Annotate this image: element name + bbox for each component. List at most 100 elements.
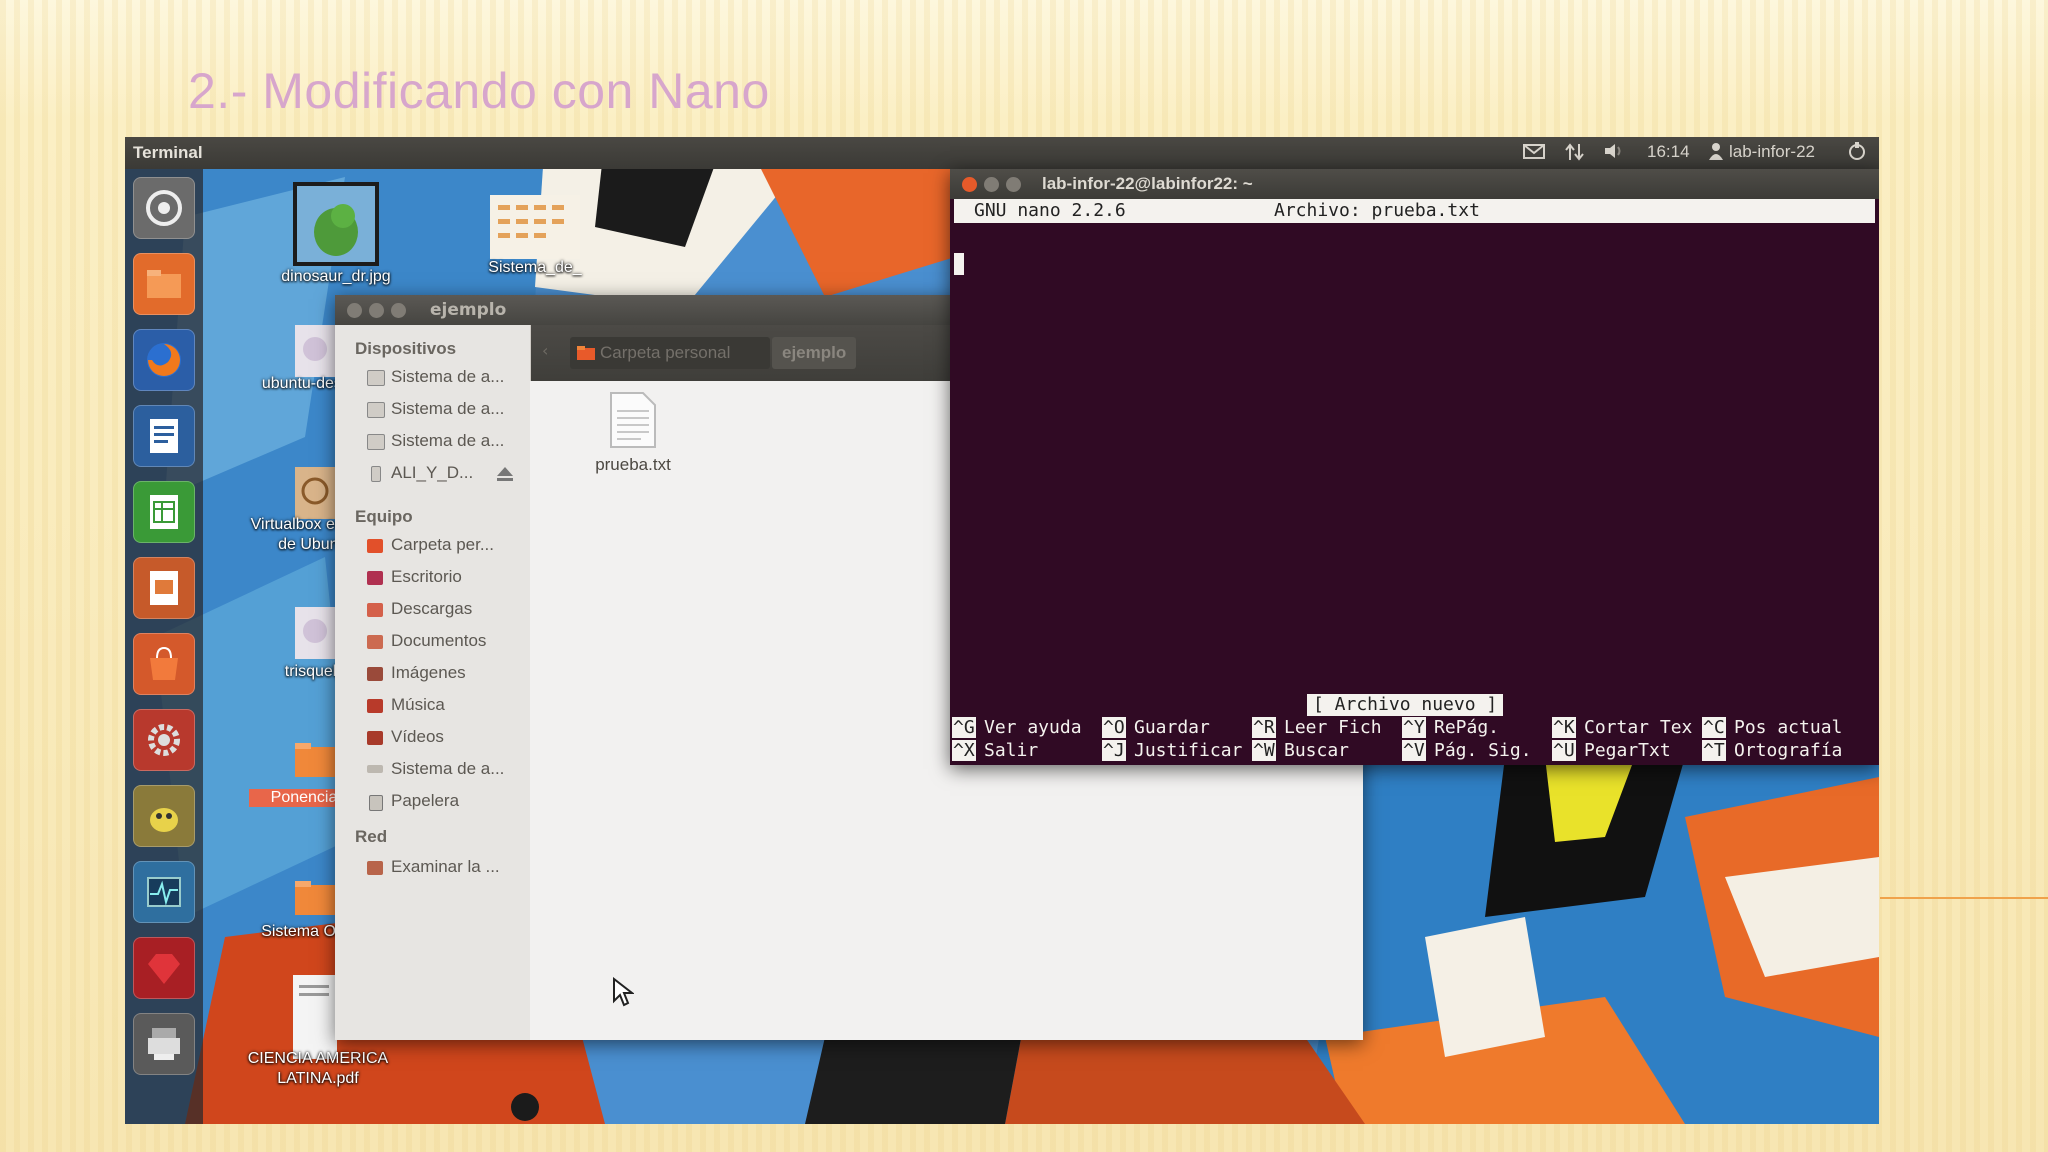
sidebar-item-device[interactable]: Sistema de a...	[391, 367, 504, 387]
sidebar-item-trash[interactable]: Papelera	[391, 791, 459, 811]
nano-status-message: [ Archivo nuevo ]	[1307, 694, 1504, 716]
sidebar-item-videos[interactable]: Vídeos	[391, 727, 444, 747]
desktop-icon-label: CIENCIA AMERICA LATINA.pdf	[247, 1050, 389, 1087]
writer-icon[interactable]	[133, 405, 195, 467]
breadcrumb-home[interactable]: Carpeta personal	[570, 337, 770, 369]
shortcut-key: ^G	[952, 717, 976, 738]
sidebar-item-pictures[interactable]: Imágenes	[391, 663, 466, 683]
sidebar-item-downloads[interactable]: Descargas	[391, 599, 472, 619]
shortcut-key: ^Y	[1402, 717, 1426, 738]
nano-file-label: Archivo: prueba.txt	[1274, 200, 1480, 221]
shortcut-justify: Justificar	[1134, 740, 1243, 761]
impress-icon[interactable]	[133, 557, 195, 619]
sidebar-item-device[interactable]: Sistema de a...	[391, 399, 504, 419]
shortcut-next-page: Pág. Sig.	[1434, 740, 1532, 761]
pictures-folder-icon	[367, 667, 383, 681]
sidebar-item-music[interactable]: Música	[391, 695, 445, 715]
breadcrumb-current[interactable]: ejemplo	[772, 337, 857, 369]
desktop-icon-ubuntu-desktop[interactable]: ubuntu-desktop	[262, 325, 372, 392]
sidebar-item-home[interactable]: Carpeta per...	[391, 535, 494, 555]
sidebar-section-computer: Equipo	[355, 507, 413, 526]
network-icon[interactable]	[1565, 142, 1585, 167]
user-name[interactable]: lab-infor-22	[1729, 142, 1815, 162]
unity-launcher	[125, 169, 203, 1124]
active-app-title: Terminal	[133, 143, 203, 162]
desktop-icon-dinosaur[interactable]: dinosaur_dr.jpg	[281, 182, 391, 285]
files-icon[interactable]	[133, 253, 195, 315]
close-icon[interactable]	[347, 303, 362, 318]
nano-header-bar: GNU nano 2.2.6 Archivo: prueba.txt	[954, 199, 1875, 223]
home-folder-icon	[577, 346, 595, 360]
minimize-icon[interactable]	[984, 177, 999, 192]
sidebar-item-desktop[interactable]: Escritorio	[391, 567, 462, 587]
shortcut-key: ^U	[1552, 740, 1576, 761]
dash-icon[interactable]	[133, 177, 195, 239]
drive-icon	[367, 434, 385, 450]
image-file-icon	[293, 182, 379, 266]
desktop-icon-trisquel[interactable]: trisquel_	[285, 607, 345, 680]
volume-icon[interactable]	[1603, 142, 1625, 165]
shortcut-key: ^J	[1102, 740, 1126, 761]
shortcut-key: ^W	[1252, 740, 1276, 761]
music-folder-icon	[367, 699, 383, 713]
power-icon[interactable]	[1847, 142, 1867, 167]
firefox-icon[interactable]	[133, 329, 195, 391]
shortcut-spell: Ortografía	[1734, 740, 1843, 761]
ruby-icon[interactable]	[133, 937, 195, 999]
desktop-icon-label: Sistema_de_	[488, 259, 582, 276]
trash-icon	[369, 795, 383, 811]
system-monitor-icon[interactable]	[133, 861, 195, 923]
eject-icon[interactable]	[495, 465, 515, 483]
filesystem-icon	[367, 765, 383, 773]
disc-image-icon	[295, 325, 335, 377]
desktop-folder-icon	[367, 571, 383, 585]
terminal-titlebar[interactable]: lab-infor-22@labinfor22: ~	[950, 169, 1879, 199]
home-folder-icon	[367, 539, 383, 553]
sidebar-item-browse-network[interactable]: Examinar la ...	[391, 857, 500, 877]
top-panel: Terminal 16:14 lab-infor-22	[125, 137, 1879, 169]
drive-icon	[367, 370, 385, 386]
user-icon	[1709, 142, 1723, 165]
window-title: lab-infor-22@labinfor22: ~	[1042, 174, 1253, 193]
file-item[interactable]: prueba.txt	[578, 391, 688, 475]
sidebar-item-device[interactable]: ALI_Y_D...	[391, 463, 473, 483]
spreadsheet-file-icon	[490, 195, 580, 259]
close-icon[interactable]	[962, 177, 977, 192]
maximize-icon[interactable]	[1006, 177, 1021, 192]
gimp-icon[interactable]	[133, 785, 195, 847]
software-center-icon[interactable]	[133, 633, 195, 695]
scanner-icon[interactable]	[133, 1013, 195, 1075]
network-browse-icon	[367, 861, 383, 875]
documents-folder-icon	[367, 635, 383, 649]
minimize-icon[interactable]	[369, 303, 384, 318]
desktop-icon-virtualbox[interactable]: Virtualbox en Dr Ir de Ubuntu	[251, 467, 379, 553]
disc-image-icon	[295, 607, 335, 659]
text-file-icon	[610, 392, 656, 448]
settings-icon[interactable]	[133, 709, 195, 771]
clock[interactable]: 16:14	[1647, 142, 1690, 162]
shortcut-key: ^V	[1402, 740, 1426, 761]
desktop-icon-sistema-op[interactable]: Sistema Op	[261, 875, 345, 940]
maximize-icon[interactable]	[391, 303, 406, 318]
shortcut-key: ^C	[1702, 717, 1726, 738]
shortcut-save: Guardar	[1134, 717, 1210, 738]
desktop-icon-sistema[interactable]: Sistema_de_	[488, 195, 582, 276]
sidebar-item-filesystem[interactable]: Sistema de a...	[391, 759, 504, 779]
nano-version: GNU nano 2.2.6	[974, 200, 1126, 221]
shortcut-key: ^T	[1702, 740, 1726, 761]
back-arrow-icon[interactable]: ‹	[542, 341, 548, 360]
desktop-icon-ponencia[interactable]: Ponencia	[249, 737, 359, 807]
sidebar-section-devices: Dispositivos	[355, 339, 457, 358]
usb-drive-icon	[371, 466, 381, 482]
mail-icon[interactable]	[1523, 142, 1545, 165]
sidebar-item-documents[interactable]: Documentos	[391, 631, 486, 651]
shortcut-key: ^X	[952, 740, 976, 761]
shortcut-cur-pos: Pos actual	[1734, 717, 1843, 738]
shortcut-where-is: Buscar	[1284, 740, 1350, 761]
shortcut-exit: Salir	[984, 740, 1039, 761]
sidebar-section-network: Red	[355, 827, 388, 846]
sidebar-item-device[interactable]: Sistema de a...	[391, 431, 504, 451]
desktop-icon-ciencia[interactable]: CIENCIA AMERICA LATINA.pdf	[248, 975, 388, 1087]
calc-icon[interactable]	[133, 481, 195, 543]
terminal-window: lab-infor-22@labinfor22: ~ GNU nano 2.2.…	[950, 169, 1879, 765]
